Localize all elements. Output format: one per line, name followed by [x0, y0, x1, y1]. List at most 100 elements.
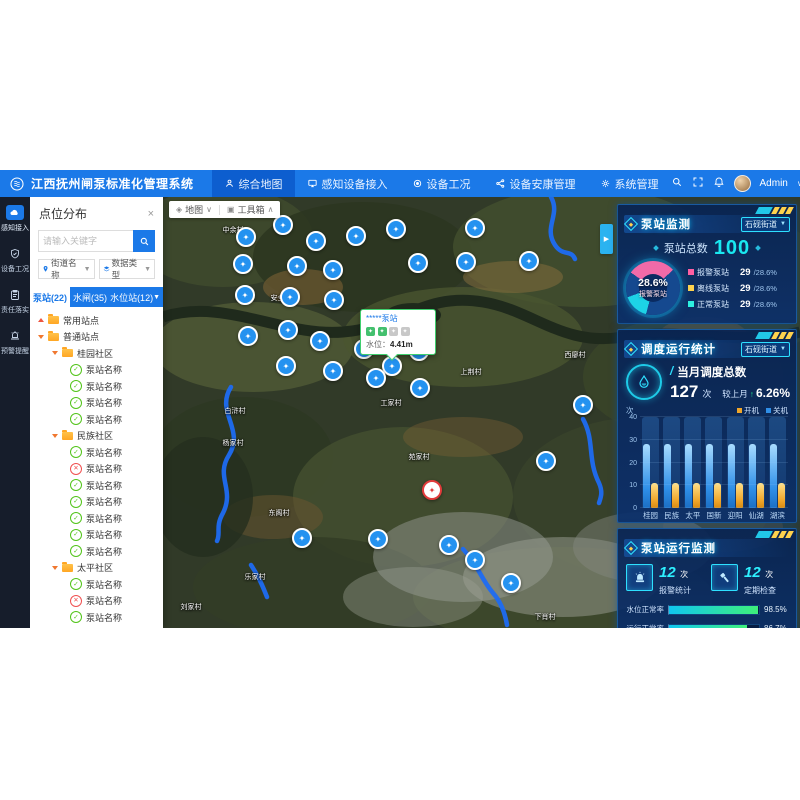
map-marker-pump[interactable]: ✦: [408, 253, 428, 273]
chevron-down-icon[interactable]: ▼: [153, 287, 163, 307]
search-button[interactable]: [133, 230, 155, 252]
bell-icon[interactable]: [713, 176, 725, 191]
map-marker-pump[interactable]: ✦: [323, 361, 343, 381]
nav-tab-device-status[interactable]: 设备工况: [400, 170, 483, 197]
rail-item-alerts[interactable]: 预警提醒: [0, 328, 30, 356]
tree-station-row[interactable]: ✓泵站名称: [32, 576, 161, 593]
station-ok-icon: ✓: [70, 364, 82, 376]
map-marker-pump[interactable]: ✦: [276, 356, 296, 376]
bar-group[interactable]: [642, 417, 659, 508]
tree-station-row[interactable]: ✓泵站名称: [32, 477, 161, 494]
tree-station-row[interactable]: ✓泵站名称: [32, 411, 161, 428]
street-filter-dropdown[interactable]: 石砚街道 ▼: [741, 217, 790, 232]
section-diamond-icon: [624, 217, 638, 231]
map-marker-pump[interactable]: ✦: [501, 573, 521, 593]
station-ok-icon: ✓: [70, 529, 82, 541]
nav-tab-health-mgmt[interactable]: 设备安康管理: [483, 170, 588, 197]
tree-folder-row[interactable]: 常用站点: [32, 312, 161, 329]
tree-station-row[interactable]: ✓泵站名称: [32, 362, 161, 379]
keyword-search-input[interactable]: [38, 230, 133, 252]
nav-tab-device-access[interactable]: 感知设备接入: [295, 170, 400, 197]
map-marker-pump[interactable]: ✦: [306, 231, 326, 251]
tree-station-row[interactable]: ✓泵站名称: [32, 626, 161, 629]
bar-off: [770, 444, 777, 508]
rail-item-label: 感知接入: [1, 223, 29, 233]
map-marker-pump[interactable]: ✦: [573, 395, 593, 415]
bar-group[interactable]: [727, 417, 744, 508]
map-marker-pump[interactable]: ✦: [287, 256, 307, 276]
map-marker-pump[interactable]: ✦: [280, 287, 300, 307]
tree-expand-arrow-icon[interactable]: [52, 434, 58, 438]
map-marker-pump[interactable]: ✦: [236, 227, 256, 247]
bar-group[interactable]: [684, 417, 701, 508]
map-marker-pump[interactable]: ✦: [519, 251, 539, 271]
tree-station-row[interactable]: ✓泵站名称: [32, 510, 161, 527]
tree-expand-arrow-icon[interactable]: [52, 566, 58, 570]
bar-group[interactable]: [748, 417, 765, 508]
map-marker-pump[interactable]: ✦: [439, 535, 459, 555]
station-ok-icon: ✓: [70, 496, 82, 508]
tree-station-row[interactable]: ✓泵站名称: [32, 444, 161, 461]
map-marker-pump[interactable]: ✦: [386, 219, 406, 239]
legend-pct: /28.6%: [754, 284, 777, 293]
bar-group[interactable]: [663, 417, 680, 508]
rail-item-device-status[interactable]: 设备工况: [0, 246, 30, 274]
tree-expand-arrow-icon[interactable]: [38, 335, 44, 339]
panel-collapse-toggle[interactable]: ▶: [600, 224, 613, 254]
tree-station-row[interactable]: ✓泵站名称: [32, 527, 161, 544]
tab-pump-stations[interactable]: 泵站(22): [30, 287, 70, 307]
tab-sluice-gates[interactable]: 水闸(35): [70, 287, 110, 307]
chart-gridline: [640, 462, 788, 463]
tree-station-row[interactable]: ✓泵站名称: [32, 543, 161, 560]
tree-station-row[interactable]: ✕泵站名称: [32, 593, 161, 610]
map-marker-pump[interactable]: ✦: [273, 215, 293, 235]
map-marker-pump[interactable]: ✦: [346, 226, 366, 246]
map-marker-pump[interactable]: ✦: [465, 550, 485, 570]
nav-tab-system-mgmt[interactable]: 系统管理: [588, 170, 671, 197]
tree-expand-arrow-icon[interactable]: [52, 351, 58, 355]
map-marker-alarm[interactable]: ✦: [422, 480, 442, 500]
map-marker-pump[interactable]: ✦: [235, 285, 255, 305]
close-icon[interactable]: ×: [148, 208, 154, 220]
user-avatar[interactable]: [734, 175, 751, 192]
fullscreen-icon[interactable]: [692, 176, 704, 191]
toolbox-toggle[interactable]: ▣ 工具箱 ∧: [227, 203, 273, 216]
street-filter-dropdown[interactable]: 石砚街道 ▼: [741, 342, 790, 357]
tree-folder-row[interactable]: 民族社区: [32, 428, 161, 445]
data-type-select[interactable]: 数据类型 ▼: [99, 259, 156, 279]
map-marker-pump[interactable]: ✦: [366, 368, 386, 388]
map-marker-pump[interactable]: ✦: [233, 254, 253, 274]
tree-folder-row[interactable]: 普通站点: [32, 329, 161, 346]
tree-station-row[interactable]: ✕泵站名称: [32, 461, 161, 478]
map-marker-pump[interactable]: ✦: [465, 218, 485, 238]
tree-folder-row[interactable]: 桂园社区: [32, 345, 161, 362]
map-marker-pump[interactable]: ✦: [456, 252, 476, 272]
tree-folder-row[interactable]: 太平社区: [32, 560, 161, 577]
map-marker-pump[interactable]: ✦: [410, 378, 430, 398]
tree-expand-arrow-icon[interactable]: [38, 318, 44, 322]
map-marker-pump[interactable]: ✦: [324, 290, 344, 310]
bar-on: [778, 483, 785, 508]
map-marker-pump[interactable]: ✦: [278, 320, 298, 340]
map-marker-pump[interactable]: ✦: [238, 326, 258, 346]
map-marker-pump[interactable]: ✦: [368, 529, 388, 549]
tree-station-row[interactable]: ✓泵站名称: [32, 378, 161, 395]
tree-station-row[interactable]: ✓泵站名称: [32, 609, 161, 626]
map-marker-pump[interactable]: ✦: [536, 451, 556, 471]
tab-water-level-stations[interactable]: 水位站(12): [110, 287, 153, 307]
rail-item-perception-access[interactable]: 感知接入: [0, 205, 30, 233]
bar-group[interactable]: [705, 417, 722, 508]
nav-tab-map[interactable]: 综合地图: [212, 170, 295, 197]
search-icon[interactable]: [671, 176, 683, 191]
map-marker-pump[interactable]: ✦: [292, 528, 312, 548]
progress-label: 水位正常率: [624, 604, 664, 615]
map-marker-pump[interactable]: ✦: [323, 260, 343, 280]
bar-group[interactable]: [769, 417, 786, 508]
user-name[interactable]: Admin: [760, 178, 788, 189]
rail-item-responsibility[interactable]: 责任落实: [0, 287, 30, 315]
tree-station-row[interactable]: ✓泵站名称: [32, 494, 161, 511]
tree-station-row[interactable]: ✓泵站名称: [32, 395, 161, 412]
street-name-select[interactable]: 街道名称 ▼: [38, 259, 95, 279]
map-marker-pump[interactable]: ✦: [310, 331, 330, 351]
map-layer-switch[interactable]: ◈ 地图 ∨: [176, 203, 212, 216]
